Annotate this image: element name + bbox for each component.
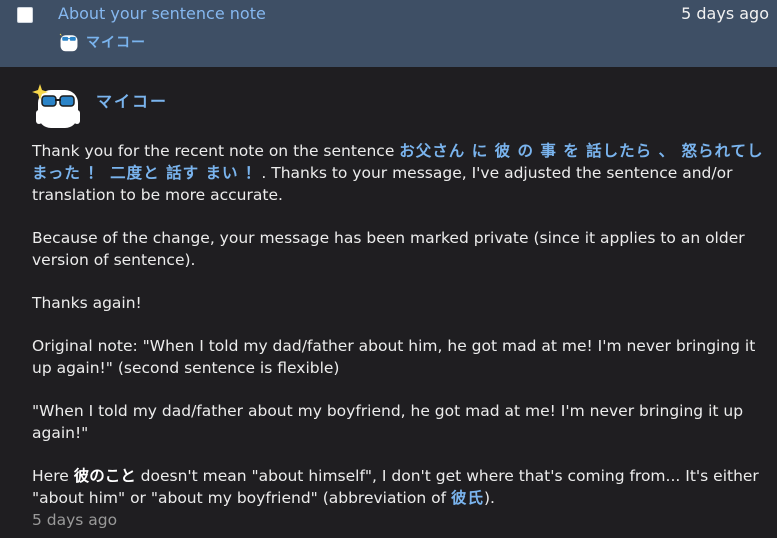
avatar-icon <box>59 33 78 52</box>
word-link[interactable]: 彼氏 <box>451 489 484 507</box>
text: ). <box>483 489 495 507</box>
avatar-icon[interactable] <box>32 80 84 132</box>
message-subject[interactable]: About your sentence note <box>58 4 266 23</box>
message-date: 5 days ago <box>681 4 769 23</box>
paragraph: Original note: "When I told my dad/fathe… <box>32 337 756 377</box>
japanese-phrase: 彼のこと <box>73 467 136 485</box>
paragraph: Thanks again! <box>32 294 142 312</box>
select-checkbox[interactable] <box>17 7 33 23</box>
sender-info: マイコー <box>58 30 146 54</box>
message: マイコー <box>32 80 772 140</box>
sender-name[interactable]: マイコー <box>96 88 168 112</box>
text: Thank you for the recent note on the sen… <box>32 142 400 160</box>
text: doesn't mean "about himself", I don't ge… <box>32 467 759 507</box>
paragraph: "When I told my dad/father about my boyf… <box>32 402 744 442</box>
message-timestamp: 5 days ago <box>32 511 118 529</box>
paragraph: Here 彼のこと doesn't mean "about himself", … <box>32 465 774 509</box>
text: Here <box>32 467 74 485</box>
message-header[interactable]: About your sentence note 5 days ago マイコー <box>0 0 777 67</box>
message-body: Thank you for the recent note on the sen… <box>32 140 774 530</box>
sender-name[interactable]: マイコー <box>86 32 146 52</box>
paragraph: Because of the change, your message has … <box>32 229 745 269</box>
paragraph: Thank you for the recent note on the sen… <box>32 140 774 206</box>
